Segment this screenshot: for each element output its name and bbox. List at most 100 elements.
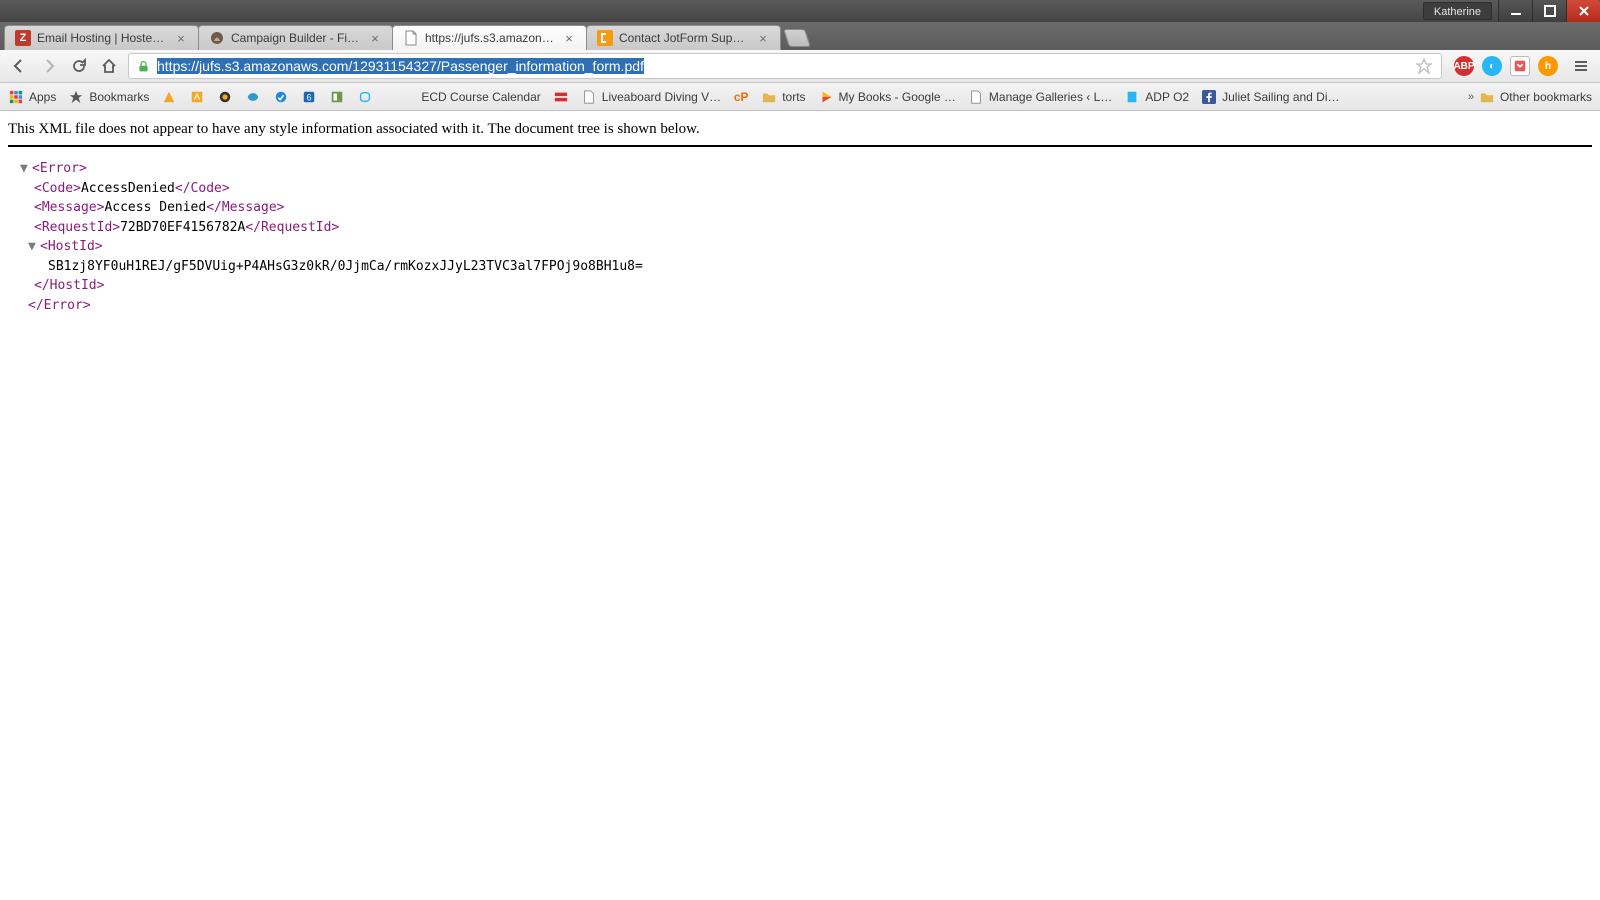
forward-button[interactable]: [38, 55, 60, 77]
bookmark-label: ADP O2: [1145, 90, 1189, 104]
bookmark-icon: [161, 89, 177, 105]
window-minimize-button[interactable]: [1498, 0, 1532, 22]
apps-button[interactable]: Apps: [8, 89, 56, 105]
bookmark-folder[interactable]: torts: [761, 89, 805, 105]
favicon-icon: [597, 30, 613, 46]
bookmark-item[interactable]: cP: [733, 89, 749, 105]
bookmark-item[interactable]: 6: [301, 89, 317, 105]
back-button[interactable]: [8, 55, 30, 77]
new-tab-button[interactable]: [783, 29, 811, 47]
xml-line: </Error>: [10, 296, 1592, 316]
close-icon: [1578, 5, 1590, 17]
tab-title: Contact JotForm Support: [619, 31, 750, 45]
tab-email-hosting[interactable]: Z Email Hosting | Hosted Em ×: [4, 25, 199, 50]
bookmark-label: Apps: [29, 90, 56, 104]
bookmark-item[interactable]: ECD Course Calendar: [421, 90, 540, 104]
play-icon: [818, 89, 834, 105]
bookmark-label: Other bookmarks: [1500, 90, 1592, 104]
bookmark-item[interactable]: [357, 89, 373, 105]
bookmark-item[interactable]: ADP O2: [1124, 89, 1189, 105]
minimize-icon: [1510, 5, 1522, 17]
chevron-right-icon: »: [1468, 91, 1474, 103]
bookmark-icon: [357, 89, 373, 105]
tab-jufs-s3[interactable]: https://jufs.s3.amazonaws ×: [392, 25, 587, 50]
favicon-icon: Z: [15, 30, 31, 46]
bookmark-item[interactable]: Juliet Sailing and Di…: [1201, 89, 1339, 105]
extension-icon[interactable]: ◐: [1482, 56, 1502, 76]
bookmark-icon: [329, 89, 345, 105]
user-chip[interactable]: Katherine: [1423, 2, 1492, 20]
bookmark-star-button[interactable]: [1413, 55, 1435, 77]
xml-line: ▼<HostId>: [10, 237, 1592, 257]
abp-extension-icon[interactable]: ABP: [1454, 56, 1474, 76]
svg-text:6: 6: [307, 92, 312, 102]
bookmark-icon: [1124, 89, 1140, 105]
bookmark-item[interactable]: [161, 89, 177, 105]
xml-line: <RequestId>72BD70EF4156782A</RequestId>: [10, 218, 1592, 238]
bookmark-item[interactable]: [245, 89, 261, 105]
file-icon: [581, 89, 597, 105]
extension-icons: ABP ◐ h: [1450, 56, 1562, 76]
tab-close-button[interactable]: ×: [174, 31, 188, 45]
xml-tree: ▼<Error> <Code>AccessDenied</Code> <Mess…: [8, 147, 1592, 315]
favicon-icon: [209, 30, 225, 46]
bookmark-item[interactable]: Manage Galleries ‹ L…: [968, 89, 1112, 105]
bookmark-label: torts: [782, 90, 805, 104]
bookmark-label: Manage Galleries ‹ L…: [989, 90, 1112, 104]
other-bookmarks-button[interactable]: » Other bookmarks: [1467, 89, 1592, 105]
tab-close-button[interactable]: ×: [562, 31, 576, 45]
bookmark-label: Juliet Sailing and Di…: [1222, 90, 1339, 104]
bookmark-item[interactable]: [553, 89, 569, 105]
xml-line: <Message>Access Denied</Message>: [10, 198, 1592, 218]
xml-line: <Code>AccessDenied</Code>: [10, 179, 1592, 199]
address-bar[interactable]: https://jufs.s3.amazonaws.com/1293115432…: [128, 53, 1442, 79]
file-icon: [968, 89, 984, 105]
bookmark-icon: [245, 89, 261, 105]
tab-title: Email Hosting | Hosted Em: [37, 31, 168, 45]
bookmark-label: ECD Course Calendar: [421, 90, 540, 104]
xml-line: </HostId>: [10, 276, 1592, 296]
collapse-caret-icon[interactable]: ▼: [28, 237, 38, 257]
bookmarks-bar: Apps Bookmarks 6 ECD Course Calendar Liv…: [0, 83, 1600, 111]
tab-close-button[interactable]: ×: [368, 31, 382, 45]
facebook-icon: [1201, 89, 1217, 105]
url-text: https://jufs.s3.amazonaws.com/1293115432…: [157, 58, 1407, 74]
bookmarks-menu[interactable]: Bookmarks: [68, 89, 149, 105]
tab-title: Campaign Builder - Finish: [231, 31, 362, 45]
bookmark-item[interactable]: My Books - Google …: [818, 89, 956, 105]
bookmark-icon: [217, 89, 233, 105]
xml-line: ▼<Error>: [10, 159, 1592, 179]
page-content: This XML file does not appear to have an…: [0, 111, 1600, 325]
maximize-icon: [1544, 5, 1556, 17]
bookmark-item[interactable]: [329, 89, 345, 105]
tab-strip: Z Email Hosting | Hosted Em × Campaign B…: [0, 22, 1600, 50]
bookmark-item[interactable]: Liveaboard Diving V…: [581, 89, 721, 105]
chrome-menu-button[interactable]: [1570, 55, 1592, 77]
cp-icon: cP: [733, 89, 749, 105]
extension-icon[interactable]: h: [1538, 56, 1558, 76]
window-close-button[interactable]: [1566, 0, 1600, 22]
bookmark-item[interactable]: [273, 89, 289, 105]
tab-campaign-builder[interactable]: Campaign Builder - Finish ×: [198, 25, 393, 50]
tab-jotform-support[interactable]: Contact JotForm Support ×: [586, 25, 781, 50]
xml-notice: This XML file does not appear to have an…: [8, 121, 1592, 145]
bookmark-icon: [553, 89, 569, 105]
collapse-caret-icon[interactable]: ▼: [20, 159, 30, 179]
home-button[interactable]: [98, 55, 120, 77]
reload-button[interactable]: [68, 55, 90, 77]
bookmark-label: Bookmarks: [89, 90, 149, 104]
bookmark-item[interactable]: [189, 89, 205, 105]
window-maximize-button[interactable]: [1532, 0, 1566, 22]
bookmark-icon: [189, 89, 205, 105]
folder-icon: [761, 89, 777, 105]
bookmark-icon: 6: [301, 89, 317, 105]
xml-line: SB1zj8YF0uH1REJ/gF5DVUig+P4AHsG3z0kR/0Jj…: [10, 257, 1592, 277]
bookmark-item[interactable]: [217, 89, 233, 105]
pocket-extension-icon[interactable]: [1510, 56, 1530, 76]
lock-icon: [135, 58, 151, 74]
star-icon: [68, 89, 84, 105]
apps-icon: [8, 89, 24, 105]
window-title-bar: Katherine: [0, 0, 1600, 22]
tab-close-button[interactable]: ×: [756, 31, 770, 45]
bookmark-label: Liveaboard Diving V…: [602, 90, 721, 104]
